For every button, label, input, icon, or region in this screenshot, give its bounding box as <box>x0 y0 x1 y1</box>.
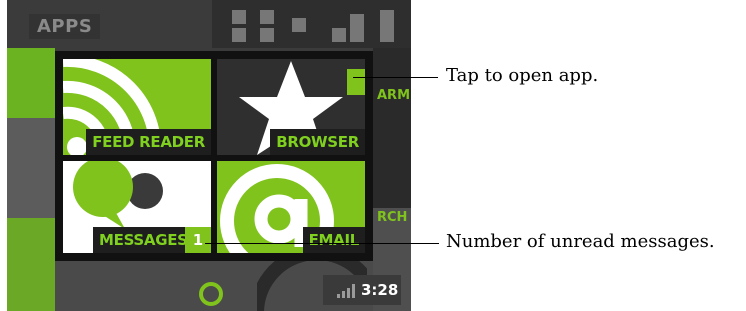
tap-callout-line <box>353 77 438 78</box>
background-tile <box>7 48 55 118</box>
background-tile <box>7 118 55 218</box>
tap-callout-text: Tap to open app. <box>446 65 599 86</box>
email-label: EMAIL <box>302 227 365 253</box>
background-tile <box>373 48 411 208</box>
feed-reader-tile[interactable]: FEED READER <box>63 59 211 155</box>
app-folder-grid: FEED READER BROWSER MESSAGES 1 EMAIL <box>55 51 373 261</box>
clock: 3:28 <box>361 281 399 299</box>
email-tile[interactable]: EMAIL <box>217 161 365 253</box>
background-tile <box>7 218 55 311</box>
search-tile-label: RCH <box>377 210 408 225</box>
apps-header: APPS <box>29 14 101 39</box>
alarm-tile-label: ARM <box>377 88 411 103</box>
browser-tile[interactable]: BROWSER <box>217 59 365 155</box>
home-ring-icon[interactable] <box>199 282 223 306</box>
unread-count-badge: 1 <box>185 227 211 253</box>
feed-reader-label: FEED READER <box>86 129 211 155</box>
signal-icon <box>337 284 355 298</box>
browser-label: BROWSER <box>270 129 365 155</box>
messages-tile[interactable]: MESSAGES 1 <box>63 161 211 253</box>
status-bar: 3:28 <box>323 275 401 305</box>
unread-callout-line <box>205 243 439 244</box>
background-blocks <box>232 10 394 42</box>
unread-callout-text: Number of unread messages. <box>446 231 715 252</box>
phone-screen: APPS ARM RCH FEED READER BROWSER MESSAGE… <box>7 0 411 311</box>
